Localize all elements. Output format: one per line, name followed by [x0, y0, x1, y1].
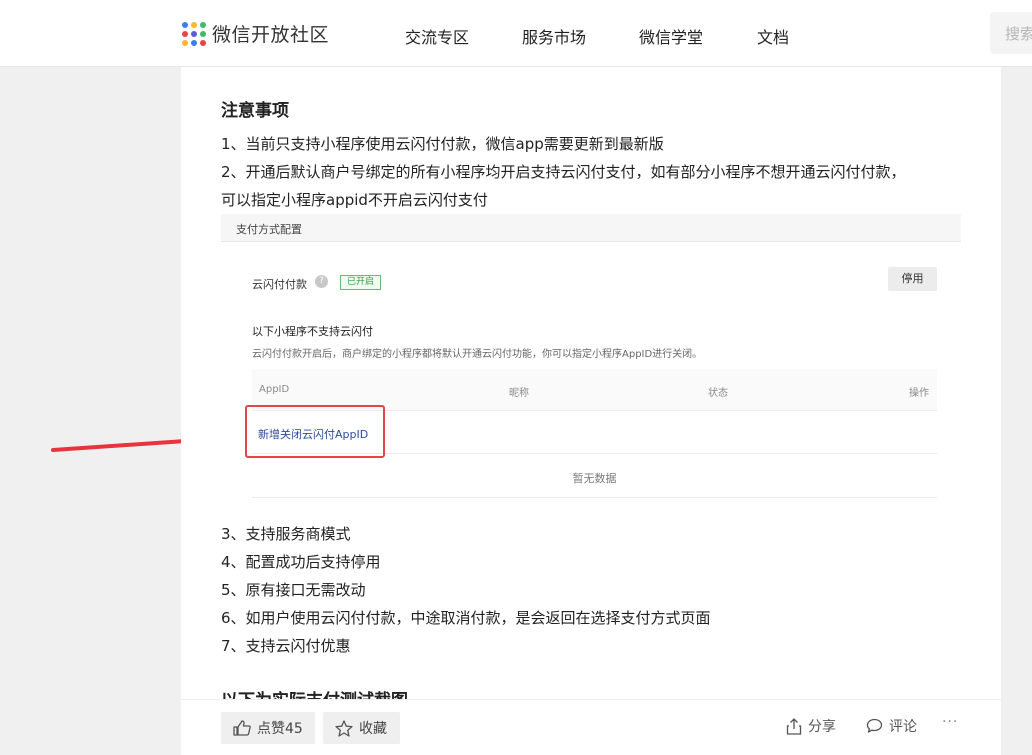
- comment-button[interactable]: 评论: [866, 716, 917, 736]
- logo-icon: [182, 21, 206, 46]
- logo-text: 微信开放社区: [212, 24, 330, 46]
- nav-item-wechat-academy[interactable]: 微信学堂: [639, 24, 703, 48]
- unsupported-list-desc: 云闪付付款开启后，商户绑定的小程序都将默认开通云闪付功能，你可以指定小程序App…: [252, 349, 703, 360]
- highlight-box: [245, 405, 385, 458]
- star-icon: [335, 719, 353, 737]
- column-nickname: 昵称: [509, 388, 529, 399]
- embedded-screenshot: 支付方式配置 云闪付付款 ? 已开启 停用 以下小程序不支持云闪付 云闪付付款开…: [221, 214, 961, 504]
- comment-label: 评论: [889, 719, 917, 735]
- search-input[interactable]: 搜索: [990, 12, 1032, 54]
- favorite-label: 收藏: [359, 721, 387, 737]
- like-button[interactable]: 点赞45: [221, 712, 315, 744]
- like-count: 点赞45: [257, 721, 303, 737]
- note-item-2-cont: 可以指定小程序appid不开启云闪付支付: [221, 191, 488, 209]
- payment-config-header: 支付方式配置: [221, 214, 961, 242]
- section-title: 注意事项: [221, 101, 289, 121]
- nav-item-docs[interactable]: 文档: [757, 24, 789, 48]
- share-button[interactable]: 分享: [786, 716, 836, 736]
- note-item-2: 2、开通后默认商户号绑定的所有小程序均开启支持云闪付支付，如有部分小程序不想开通…: [221, 163, 906, 181]
- unsupported-list-title: 以下小程序不支持云闪付: [252, 325, 373, 338]
- action-bar: 点赞45 收藏 分享 评论 ···: [181, 699, 1001, 755]
- column-action: 操作: [909, 388, 929, 399]
- note-item-5: 5、原有接口无需改动: [221, 581, 366, 599]
- disable-button[interactable]: 停用: [888, 267, 937, 291]
- share-icon: [786, 717, 802, 735]
- thumbs-up-icon: [233, 720, 251, 736]
- logo[interactable]: 微信开放社区: [182, 20, 329, 47]
- payment-config-title: 支付方式配置: [236, 223, 302, 236]
- nav-item-service-market[interactable]: 服务市场: [522, 24, 586, 48]
- favorite-button[interactable]: 收藏: [323, 712, 400, 744]
- top-nav: 微信开放社区 交流专区 服务市场 微信学堂 文档 搜索: [0, 0, 1032, 67]
- note-item-4: 4、配置成功后支持停用: [221, 553, 381, 571]
- column-appid: AppID: [259, 384, 290, 395]
- note-item-6: 6、如用户使用云闪付付款，中途取消付款，是会返回在选择支付方式页面: [221, 609, 711, 627]
- nav-item-exchange[interactable]: 交流专区: [405, 24, 469, 48]
- column-status: 状态: [708, 388, 728, 399]
- comment-icon: [866, 718, 883, 733]
- help-icon[interactable]: ?: [315, 275, 328, 288]
- empty-text: 暂无数据: [572, 472, 617, 485]
- note-item-3: 3、支持服务商模式: [221, 525, 351, 543]
- share-label: 分享: [808, 719, 836, 735]
- status-badge: 已开启: [340, 275, 382, 290]
- empty-row: 暂无数据: [252, 454, 937, 498]
- more-options-button[interactable]: ···: [942, 714, 958, 730]
- article-card: 注意事项 1、当前只支持小程序使用云闪付付款，微信app需要更新到最新版 2、开…: [181, 67, 1001, 755]
- note-item-7: 7、支持云闪付优惠: [221, 637, 351, 655]
- cloud-flash-pay-label: 云闪付付款: [252, 278, 307, 291]
- note-item-1: 1、当前只支持小程序使用云闪付付款，微信app需要更新到最新版: [221, 135, 664, 153]
